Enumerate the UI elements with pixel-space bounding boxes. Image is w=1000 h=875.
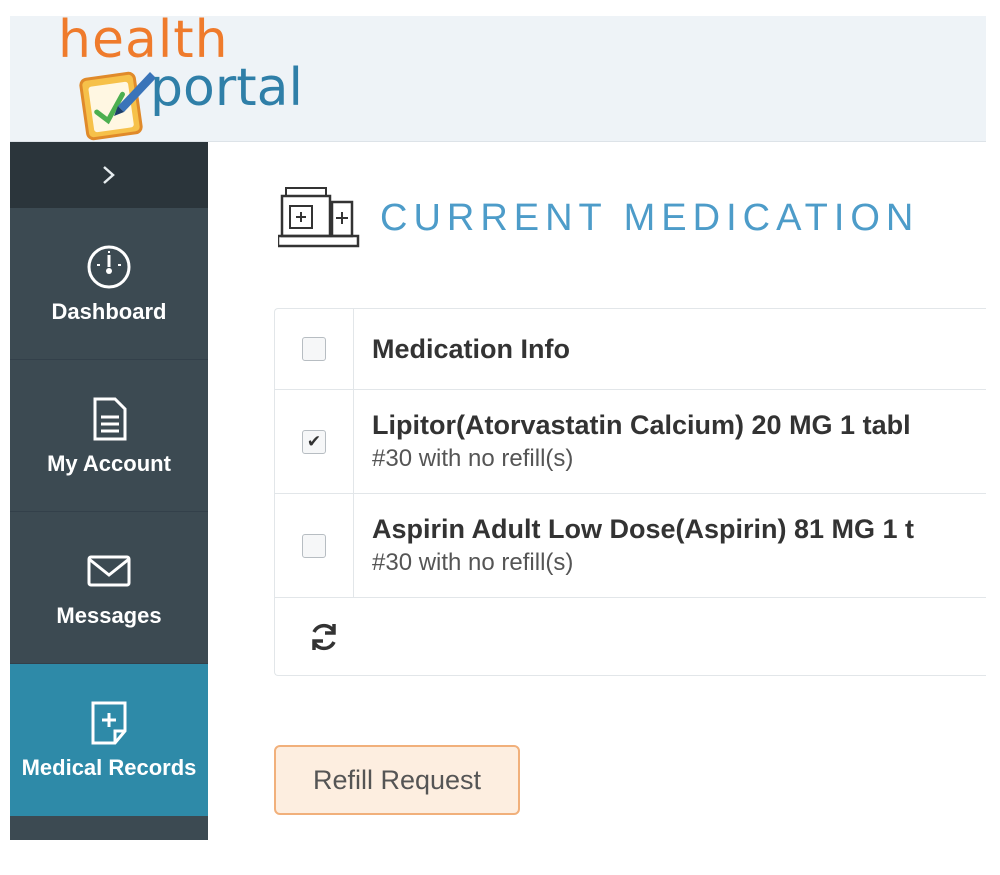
sidebar-item-label: Dashboard [51,298,167,324]
table-footer-row [275,598,986,675]
checkbox-cell [275,309,354,389]
select-all-checkbox[interactable] [302,337,326,361]
medication-name: Aspirin Adult Low Dose(Aspirin) 81 MG 1 … [372,514,915,544]
document-icon [93,397,127,440]
app-frame: health portal Dashboard My Account Messa… [10,16,986,840]
sidebar-item-my-account[interactable]: My Account [10,360,208,512]
medical-record-icon [91,701,127,745]
sidebar-item-label: Messages [56,602,162,628]
header: health portal [10,16,986,142]
sidebar-toggle-button[interactable] [10,142,208,208]
envelope-icon [87,555,131,586]
chevron-right-icon [103,166,115,184]
medication-info: Aspirin Adult Low Dose(Aspirin) 81 MG 1 … [354,494,932,597]
sidebar-item-dashboard[interactable]: Dashboard [10,208,208,360]
medication-info: Lipitor(Atorvastatin Calcium) 20 MG 1 ta… [354,390,929,493]
medication-table: Medication Info ✔ Lipitor(Atorvastatin C… [274,308,986,676]
table-row: Aspirin Adult Low Dose(Aspirin) 81 MG 1 … [275,494,986,598]
medication-detail: #30 with no refill(s) [372,445,574,472]
clipboard-logo-icon [79,71,156,141]
table-header-row: Medication Info [275,309,986,390]
refill-request-button[interactable]: Refill Request [274,745,520,815]
sidebar-item-medical-records[interactable]: Medical Records [10,664,208,816]
medication-checkbox[interactable] [302,533,326,558]
checkbox-cell: ✔ [275,390,354,493]
checkbox-cell [275,494,354,597]
medication-name: Lipitor(Atorvastatin Calcium) 20 MG 1 ta… [372,410,911,440]
pharmacy-icon [278,187,360,248]
speedometer-icon [87,245,131,288]
sidebar-item-label: Medical Records [21,755,197,780]
table-row: ✔ Lipitor(Atorvastatin Calcium) 20 MG 1 … [275,390,986,494]
sidebar: Dashboard My Account Messages Medical Re… [10,142,208,840]
page-title: CURRENT MEDICATION [278,186,919,250]
medication-detail: #30 with no refill(s) [372,549,574,576]
page-heading: CURRENT MEDICATION [380,196,920,239]
main-content: CURRENT MEDICATION Medication Info ✔ Lip… [208,142,986,840]
medication-checkbox-checked[interactable]: ✔ [302,429,326,454]
sidebar-item-label: My Account [47,450,171,476]
sidebar-item-messages[interactable]: Messages [10,512,208,664]
refresh-icon[interactable] [307,620,341,654]
logo-text-portal: portal [150,58,303,118]
column-header-medication-info: Medication Info [372,333,570,364]
